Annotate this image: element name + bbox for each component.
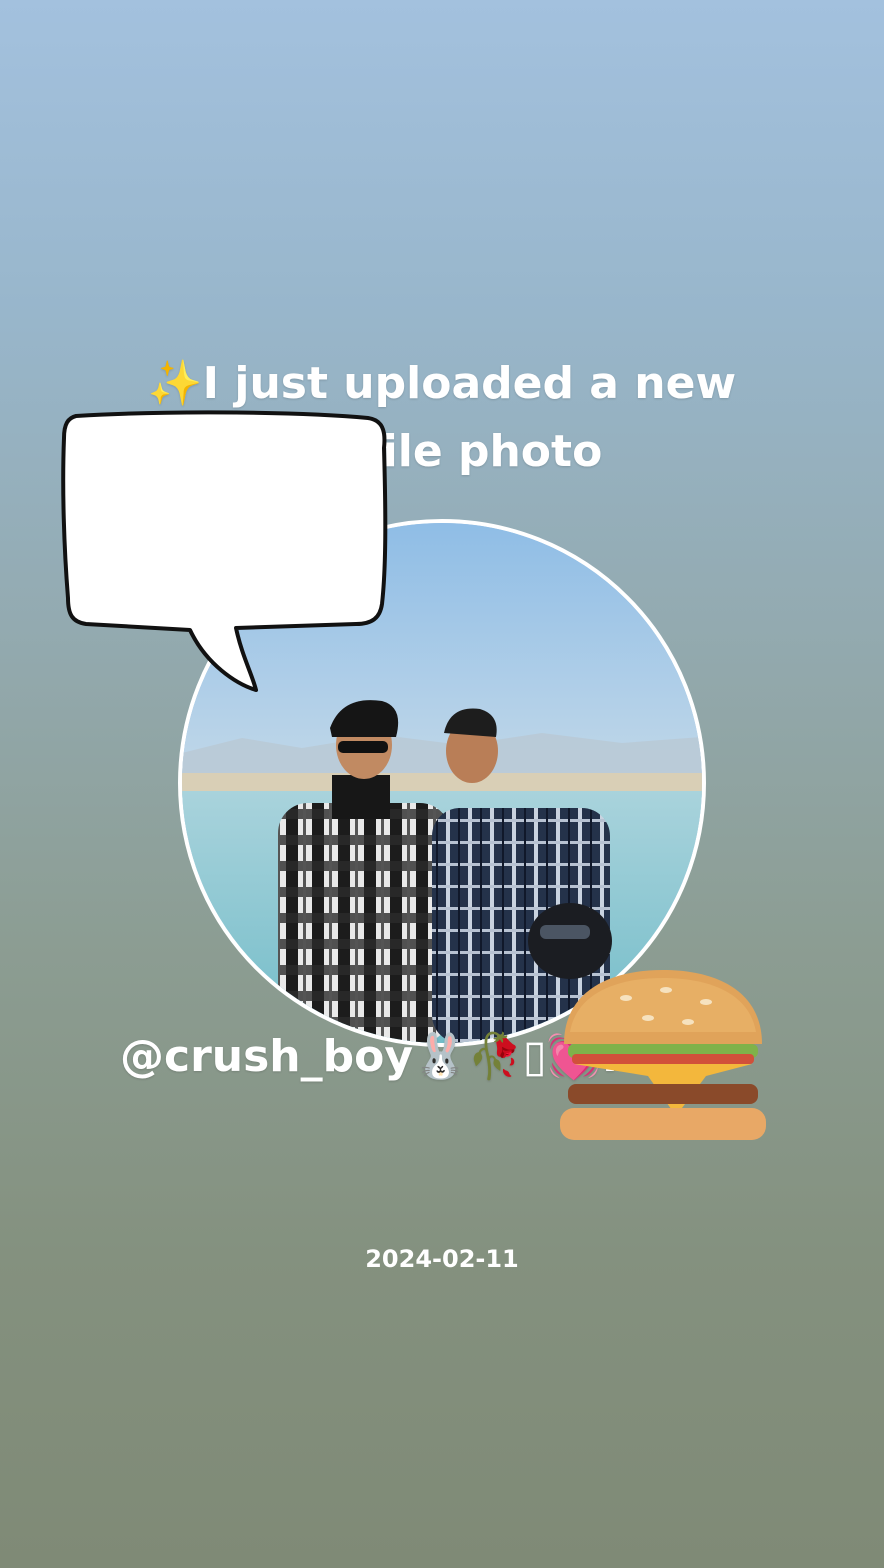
story-date: 2024-02-11 [365,1245,519,1273]
sparkles-icon: ✨ [147,358,203,409]
story-screen: ✨I just uploaded a new profile photo @cr… [0,0,884,1568]
burger-icon[interactable] [556,966,770,1144]
speech-bubble-icon[interactable] [56,408,396,698]
